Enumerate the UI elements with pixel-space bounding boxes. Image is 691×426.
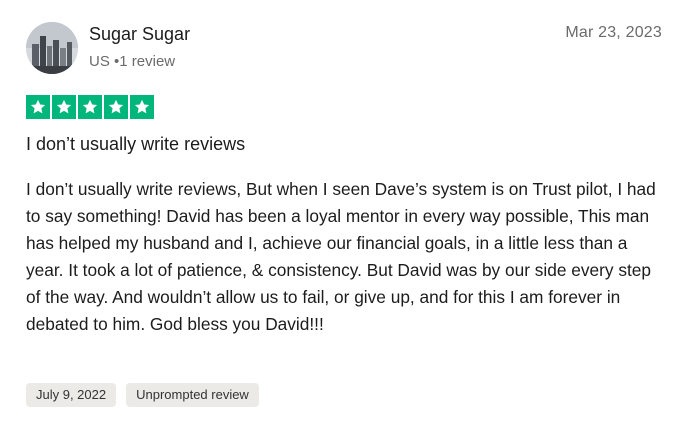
reviewer-avatar[interactable] [26, 22, 78, 74]
experience-date-chip: July 9, 2022 [26, 383, 117, 407]
review-title[interactable]: I don’t usually write reviews [26, 134, 245, 155]
review-card: Sugar Sugar US •1 review Mar 23, 2023 I … [0, 0, 691, 426]
star-icon [52, 95, 76, 119]
star-icon [78, 95, 102, 119]
reviewer-review-count: 1 review [119, 53, 176, 70]
review-type-chip[interactable]: Unprompted review [126, 383, 259, 407]
review-date: Mar 23, 2023 [565, 24, 662, 41]
avatar-image [26, 22, 78, 74]
star-icon [26, 95, 50, 119]
reviewer-name[interactable]: Sugar Sugar [89, 24, 190, 45]
review-body: I don’t usually write reviews, But when … [26, 179, 656, 334]
reviewer-country: US [89, 53, 110, 70]
star-rating [26, 95, 154, 119]
reviewer-meta: US •1 review [89, 53, 175, 70]
review-tags: July 9, 2022 Unprompted review [26, 383, 259, 407]
star-icon [130, 95, 154, 119]
star-icon [104, 95, 128, 119]
